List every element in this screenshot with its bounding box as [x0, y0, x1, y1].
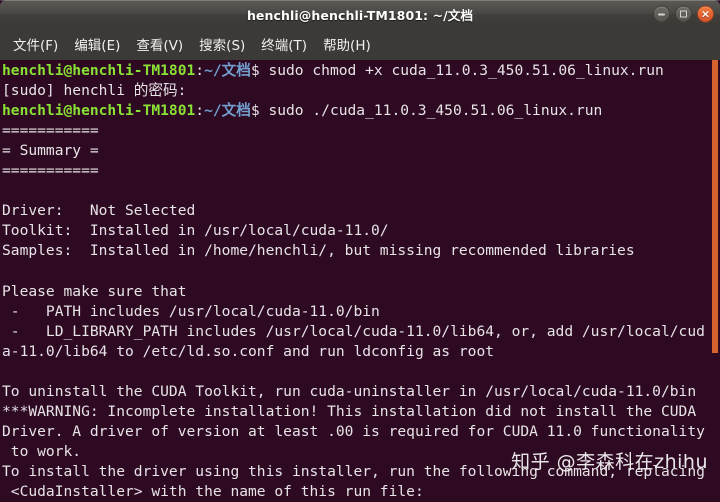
menu-bar: 文件(F) 编辑(E) 查看(V) 搜索(S) 终端(T) 帮助(H)	[0, 28, 720, 60]
watermark: 知乎 @李森科在zhihu	[511, 451, 708, 473]
close-button[interactable]: ×	[697, 5, 714, 23]
terminal-text-run: ***WARNING: Incomplete installation! Thi…	[2, 402, 705, 420]
menu-item-help[interactable]: 帮助(H)	[315, 31, 379, 58]
terminal-line: henchli@henchli-TM1801:~/文档$ sudo ./cuda…	[2, 101, 720, 121]
window-titlebar[interactable]: henchli@henchli-TM1801: ~/文档 ×	[0, 0, 720, 28]
terminal-text-run: to work.	[2, 442, 82, 460]
close-icon: ×	[700, 7, 711, 21]
terminal-command: sudo chmod +x cuda_11.0.3_450.51.06_linu…	[259, 62, 664, 79]
minimize-button[interactable]	[653, 5, 670, 23]
prompt-colon: :	[195, 62, 205, 79]
scrollbar-thumb[interactable]	[712, 60, 718, 353]
terminal-text-run: a-11.0/lib64 to /etc/ld.so.conf and run …	[2, 342, 495, 360]
maximize-icon	[680, 10, 687, 18]
terminal-text-run	[2, 262, 11, 279]
terminal-line: Toolkit: Installed in /usr/local/cuda-11…	[2, 221, 720, 241]
terminal-line: Driver: Not Selected	[2, 201, 720, 221]
terminal-text-run: = Summary =	[2, 142, 99, 160]
terminal-command: sudo ./cuda_11.0.3_450.51.06_linux.run	[259, 102, 603, 120]
terminal-text-run: <CudaInstaller> with the name of this ru…	[2, 482, 424, 500]
terminal-line: To uninstall the CUDA Toolkit, run cuda-…	[2, 382, 720, 402]
terminal-window: henchli@henchli-TM1801: ~/文档 × 文件(F) 编辑(…	[0, 0, 720, 502]
menu-item-search[interactable]: 搜索(S)	[191, 31, 253, 58]
terminal-text-run: - LD_LIBRARY_PATH includes /usr/local/cu…	[2, 322, 705, 340]
terminal-output-area[interactable]: henchli@henchli-TM1801:~/文档$ sudo chmod …	[0, 60, 720, 502]
prompt-sigil: $	[250, 102, 260, 120]
terminal-line: <CudaInstaller> with the name of this ru…	[2, 482, 720, 502]
terminal-line: ===========	[2, 121, 720, 141]
terminal-line: Samples: Installed in /home/henchli/, bu…	[2, 241, 720, 261]
minimize-icon	[658, 13, 665, 15]
terminal-text-run: Samples: Installed in /home/henchli/, bu…	[2, 242, 635, 260]
terminal-line: = Summary =	[2, 141, 720, 161]
terminal-text-run	[2, 182, 11, 199]
terminal-line: a-11.0/lib64 to /etc/ld.so.conf and run …	[2, 342, 720, 362]
terminal-line: ===========	[2, 161, 720, 181]
menu-item-view[interactable]: 查看(V)	[128, 31, 191, 58]
prompt-user-host: henchli@henchli-TM1801	[2, 62, 196, 79]
terminal-line: - PATH includes /usr/local/cuda-11.0/bin	[2, 302, 720, 322]
terminal-line: Please make sure that	[2, 282, 720, 302]
prompt-colon: :	[195, 102, 205, 120]
terminal-text-run: Driver. A driver of version at least .00…	[2, 422, 705, 440]
menu-item-edit[interactable]: 编辑(E)	[66, 31, 128, 58]
terminal-line: ***WARNING: Incomplete installation! Thi…	[2, 402, 720, 422]
prompt-sigil: $	[250, 62, 260, 79]
prompt-path: ~/文档	[204, 62, 251, 79]
terminal-scrollbar[interactable]	[706, 60, 720, 502]
terminal-text-run: ===========	[2, 162, 99, 180]
terminal-text-run: - PATH includes /usr/local/cuda-11.0/bin	[2, 302, 380, 320]
menu-item-file[interactable]: 文件(F)	[5, 31, 66, 58]
terminal-text-run: [sudo] henchli 的密码:	[2, 82, 196, 100]
terminal-text-run: ===========	[2, 122, 99, 140]
terminal-text-run: To uninstall the CUDA Toolkit, run cuda-…	[2, 382, 697, 400]
terminal-line	[2, 261, 720, 281]
terminal-line	[2, 362, 720, 382]
terminal-line: henchli@henchli-TM1801:~/文档$ sudo chmod …	[2, 61, 720, 81]
prompt-user-host: henchli@henchli-TM1801	[2, 102, 196, 120]
window-title: henchli@henchli-TM1801: ~/文档	[246, 7, 474, 23]
terminal-text-run	[2, 363, 11, 380]
terminal-text-run: Driver: Not Selected	[2, 202, 196, 220]
terminal-text-run: Please make sure that	[2, 282, 187, 300]
terminal-text-run: Toolkit: Installed in /usr/local/cuda-11…	[2, 222, 389, 240]
terminal-text: henchli@henchli-TM1801:~/文档$ sudo chmod …	[2, 61, 720, 502]
window-controls: ×	[653, 5, 714, 23]
menu-item-terminal[interactable]: 终端(T)	[253, 31, 315, 58]
terminal-line	[2, 181, 720, 201]
terminal-line: Driver. A driver of version at least .00…	[2, 422, 720, 442]
terminal-line: [sudo] henchli 的密码:	[2, 81, 720, 101]
maximize-button[interactable]	[675, 5, 692, 23]
prompt-path: ~/文档	[204, 102, 251, 120]
terminal-line: - LD_LIBRARY_PATH includes /usr/local/cu…	[2, 322, 720, 342]
